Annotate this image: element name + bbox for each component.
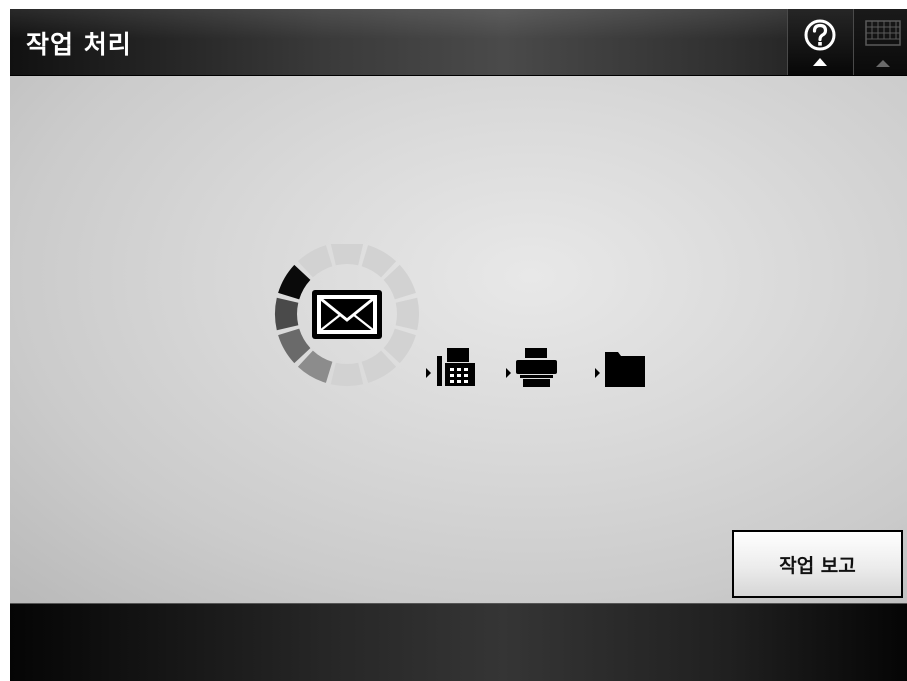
spinner-segment <box>330 362 364 387</box>
spinner-segment <box>297 350 333 383</box>
spinner-segment <box>395 297 420 331</box>
job-report-button[interactable]: 작업 보고 <box>732 530 903 598</box>
keyboard-button[interactable] <box>853 9 907 75</box>
spinner-segment <box>361 245 397 278</box>
printer-icon <box>516 348 557 387</box>
spinner-segment <box>297 245 333 278</box>
keyboard-icon <box>865 20 901 67</box>
spinner-segment <box>278 264 311 300</box>
arrow-right-icon <box>595 368 600 378</box>
job-progress-animation <box>274 244 645 387</box>
app-screen: 작업 처리 작업 보고 <box>10 9 907 681</box>
page-title: 작업 처리 <box>26 30 132 59</box>
spinner-segment <box>383 264 416 300</box>
envelope-icon <box>312 290 382 339</box>
arrow-right-icon <box>506 368 511 378</box>
spinner-segment <box>278 328 311 364</box>
title-bar-gloss <box>10 9 907 39</box>
folder-icon <box>605 352 645 387</box>
bottom-bar <box>10 603 907 681</box>
help-button[interactable] <box>787 9 853 75</box>
spinner-segment <box>383 328 416 364</box>
fax-icon <box>437 348 475 386</box>
arrow-right-icon <box>426 368 431 378</box>
help-circle-icon <box>804 19 836 66</box>
spinner-segment <box>361 350 397 383</box>
content-area: 작업 보고 <box>10 76 907 603</box>
spinner-segment <box>330 244 364 266</box>
title-bar: 작업 처리 <box>10 9 907 76</box>
spinner-segment <box>274 297 299 331</box>
